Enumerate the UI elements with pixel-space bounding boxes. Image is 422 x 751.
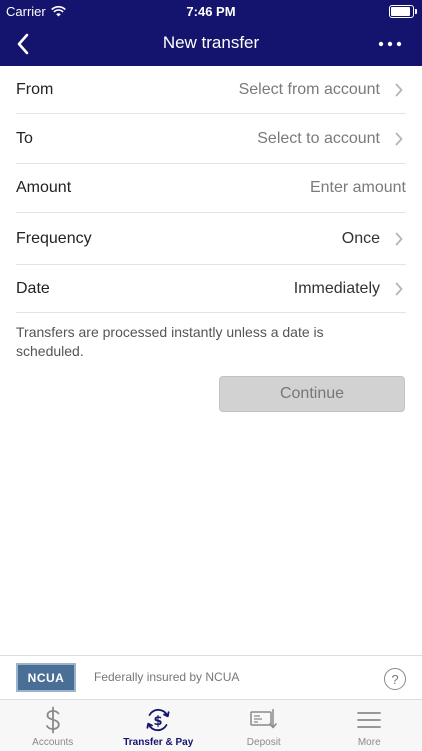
dollar-icon xyxy=(42,706,64,734)
tab-deposit[interactable]: Deposit xyxy=(211,700,317,751)
to-account-value: Select to account xyxy=(257,130,380,148)
transfer-form: From Select from account To Select to ac… xyxy=(0,66,422,313)
tab-bar: Accounts $ Transfer & Pay Deposit xyxy=(0,699,422,751)
frequency-row[interactable]: Frequency Once xyxy=(16,213,406,265)
from-account-row[interactable]: From Select from account xyxy=(16,66,406,114)
date-row[interactable]: Date Immediately xyxy=(16,265,406,313)
tab-more[interactable]: More xyxy=(317,700,422,751)
page-title: New transfer xyxy=(0,33,422,53)
question-icon: ? xyxy=(391,672,398,687)
nav-bar: New transfer xyxy=(0,22,422,66)
amount-input[interactable]: Enter amount xyxy=(310,179,406,197)
tab-transfer-pay[interactable]: $ Transfer & Pay xyxy=(106,700,212,751)
battery-fill xyxy=(391,7,410,16)
tab-transfer-pay-label: Transfer & Pay xyxy=(106,737,212,748)
more-button[interactable] xyxy=(376,32,404,56)
ellipsis-icon xyxy=(376,32,404,56)
frequency-value: Once xyxy=(342,230,380,248)
tab-accounts[interactable]: Accounts xyxy=(0,700,106,751)
transfer-pay-icon: $ xyxy=(143,706,173,734)
amount-label: Amount xyxy=(16,179,71,197)
tab-deposit-label: Deposit xyxy=(211,737,317,748)
ncua-insured-text: Federally insured by NCUA xyxy=(94,670,239,684)
continue-button[interactable]: Continue xyxy=(219,376,405,412)
to-label: To xyxy=(16,130,33,148)
transfer-note: Transfers are processed instantly unless… xyxy=(16,323,356,361)
status-time: 7:46 PM xyxy=(0,4,422,19)
status-bar: Carrier 7:46 PM xyxy=(0,0,422,22)
tab-accounts-label: Accounts xyxy=(0,737,106,748)
to-account-row[interactable]: To Select to account xyxy=(16,114,406,164)
date-label: Date xyxy=(16,280,50,298)
app-header: Carrier 7:46 PM New transfer xyxy=(0,0,422,66)
from-account-value: Select from account xyxy=(239,81,380,99)
frequency-label: Frequency xyxy=(16,230,92,248)
chevron-right-icon xyxy=(394,83,404,97)
svg-text:$: $ xyxy=(154,714,163,729)
amount-row[interactable]: Amount Enter amount xyxy=(16,164,406,213)
tab-more-label: More xyxy=(317,737,422,748)
chevron-right-icon xyxy=(394,132,404,146)
chevron-right-icon xyxy=(394,282,404,296)
from-label: From xyxy=(16,81,53,99)
battery-icon xyxy=(389,5,414,18)
ncua-logo: NCUA xyxy=(16,663,76,692)
chevron-right-icon xyxy=(394,232,404,246)
date-value: Immediately xyxy=(294,280,380,298)
check-deposit-icon xyxy=(249,707,279,733)
battery-nub xyxy=(415,9,417,14)
ncua-footer: NCUA Federally insured by NCUA ? xyxy=(0,655,422,700)
help-button[interactable]: ? xyxy=(384,668,406,690)
menu-icon xyxy=(356,710,382,730)
